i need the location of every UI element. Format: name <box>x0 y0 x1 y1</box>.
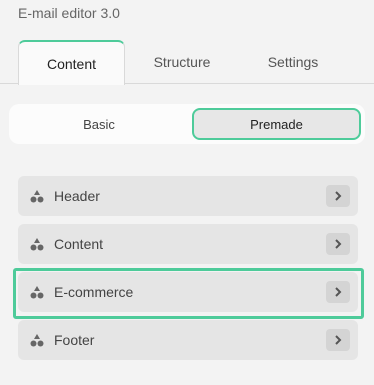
chevron-right-icon[interactable] <box>326 281 350 303</box>
blocks-icon <box>30 190 44 203</box>
block-item-label: Content <box>54 236 104 252</box>
tab-structure[interactable]: Structure <box>128 40 236 84</box>
tab-content[interactable]: Content <box>18 40 125 85</box>
block-item-label: Header <box>54 188 100 204</box>
app-title: E-mail editor 3.0 <box>18 5 120 21</box>
chevron-right-icon[interactable] <box>326 329 350 351</box>
block-item-footer[interactable]: Footer <box>18 320 358 360</box>
chevron-right-icon[interactable] <box>326 185 350 207</box>
block-item-content[interactable]: Content <box>18 224 358 264</box>
block-type-toggle: Basic Premade <box>9 104 365 144</box>
tab-settings[interactable]: Settings <box>238 40 348 84</box>
chevron-right-icon[interactable] <box>326 233 350 255</box>
blocks-icon <box>30 286 44 299</box>
main-tabs: Content Structure Settings <box>0 40 374 85</box>
blocks-icon <box>30 238 44 251</box>
premade-button[interactable]: Premade <box>192 108 361 140</box>
basic-button[interactable]: Basic <box>13 108 185 140</box>
block-item-header[interactable]: Header <box>18 176 358 216</box>
block-item-ecommerce[interactable]: E-commerce <box>18 272 358 312</box>
block-item-label: Footer <box>54 332 95 348</box>
block-item-label: E-commerce <box>54 284 134 300</box>
blocks-icon <box>30 334 44 347</box>
